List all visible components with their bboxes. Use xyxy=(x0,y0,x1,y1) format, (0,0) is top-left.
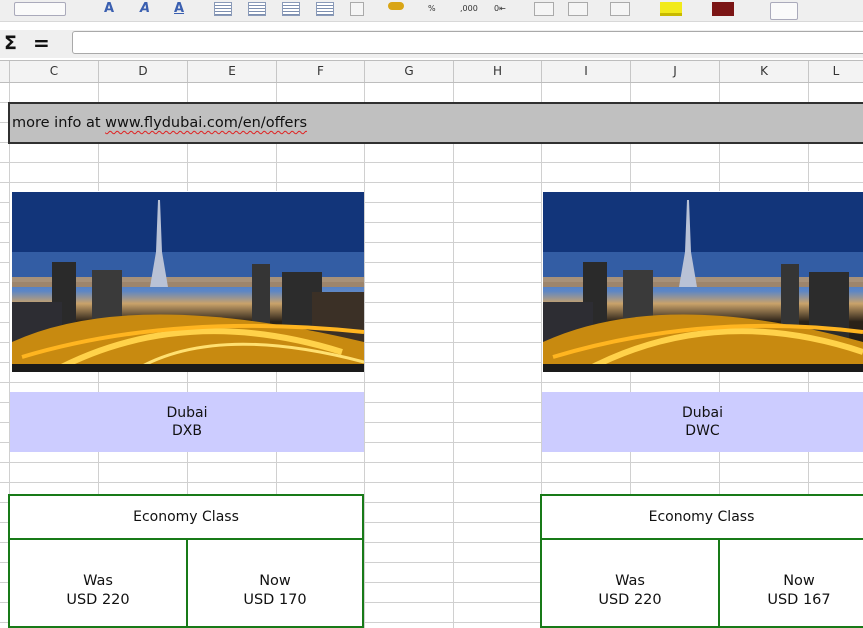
increase-indent-icon[interactable] xyxy=(568,2,588,16)
destination-cell[interactable]: Dubai DXB xyxy=(10,392,364,452)
font-color-icon[interactable] xyxy=(712,2,734,16)
sum-icon[interactable]: Σ xyxy=(4,30,17,56)
was-price-cell[interactable]: Was USD 220 xyxy=(540,540,720,628)
now-price: USD 167 xyxy=(767,592,831,608)
now-price: USD 170 xyxy=(243,592,307,608)
now-price-cell[interactable]: Now USD 170 xyxy=(186,540,364,628)
currency-icon[interactable] xyxy=(388,2,404,10)
add-decimal-icon[interactable]: 0⇤ xyxy=(494,2,514,16)
align-left-icon[interactable] xyxy=(214,2,232,16)
now-price-cell[interactable]: Now USD 167 xyxy=(718,540,863,628)
offers-link[interactable]: www.flydubai.com/en/offers xyxy=(105,115,307,131)
highlight-color-icon[interactable] xyxy=(660,2,682,16)
city-name: Dubai xyxy=(166,405,208,421)
airport-code: DWC xyxy=(685,423,720,439)
was-price-cell[interactable]: Was USD 220 xyxy=(8,540,188,628)
info-text: more info at www.flydubai.com/en/offers xyxy=(12,114,307,132)
formula-input[interactable] xyxy=(72,31,863,54)
font-size-dropdown[interactable] xyxy=(14,2,66,16)
was-price: USD 220 xyxy=(598,592,662,608)
column-header[interactable]: I xyxy=(541,61,630,82)
decrease-indent-icon[interactable] xyxy=(534,2,554,16)
function-equals-icon[interactable]: = xyxy=(33,30,50,56)
was-label: Was xyxy=(615,573,645,589)
column-header[interactable]: G xyxy=(364,61,453,82)
fare-class-label: Economy Class xyxy=(133,509,239,525)
fare-class-cell[interactable]: Economy Class xyxy=(540,494,863,540)
dubai-skyline-photo[interactable] xyxy=(543,192,863,372)
was-label: Was xyxy=(83,573,113,589)
city-name: Dubai xyxy=(681,405,723,421)
dubai-skyline-photo[interactable] xyxy=(12,192,364,372)
column-header[interactable]: H xyxy=(453,61,541,82)
column-header[interactable]: J xyxy=(630,61,719,82)
merge-cells-icon[interactable] xyxy=(350,2,364,16)
underline-icon[interactable]: A xyxy=(174,2,192,16)
percent-icon[interactable]: % xyxy=(428,2,440,16)
toggle-grid-icon[interactable] xyxy=(770,2,798,20)
now-label: Now xyxy=(783,573,815,589)
align-right-icon[interactable] xyxy=(282,2,300,16)
column-header[interactable]: K xyxy=(719,61,808,82)
column-header[interactable]: F xyxy=(276,61,364,82)
column-header[interactable]: C xyxy=(9,61,98,82)
column-header[interactable]: D xyxy=(98,61,187,82)
info-prefix: more info at xyxy=(12,115,106,131)
airport-code: DXB xyxy=(172,423,202,439)
thousands-separator-icon[interactable]: ,000 xyxy=(460,2,484,16)
column-header-bar: C D E F G H I J K L xyxy=(0,60,863,83)
align-center-icon[interactable] xyxy=(248,2,266,16)
was-price: USD 220 xyxy=(66,592,130,608)
column-header[interactable]: E xyxy=(187,61,276,82)
fare-class-label: Economy Class xyxy=(648,509,755,525)
justify-icon[interactable] xyxy=(316,2,334,16)
bold-icon[interactable]: A xyxy=(104,2,122,16)
toolbar: A A A % ,000 0⇤ xyxy=(0,0,863,22)
borders-icon[interactable] xyxy=(610,2,630,16)
destination-cell[interactable]: Dubai DWC xyxy=(542,392,863,452)
now-label: Now xyxy=(259,573,291,589)
italic-icon[interactable]: A xyxy=(140,2,158,16)
column-header[interactable]: L xyxy=(808,61,863,82)
fare-class-cell[interactable]: Economy Class xyxy=(8,494,364,540)
